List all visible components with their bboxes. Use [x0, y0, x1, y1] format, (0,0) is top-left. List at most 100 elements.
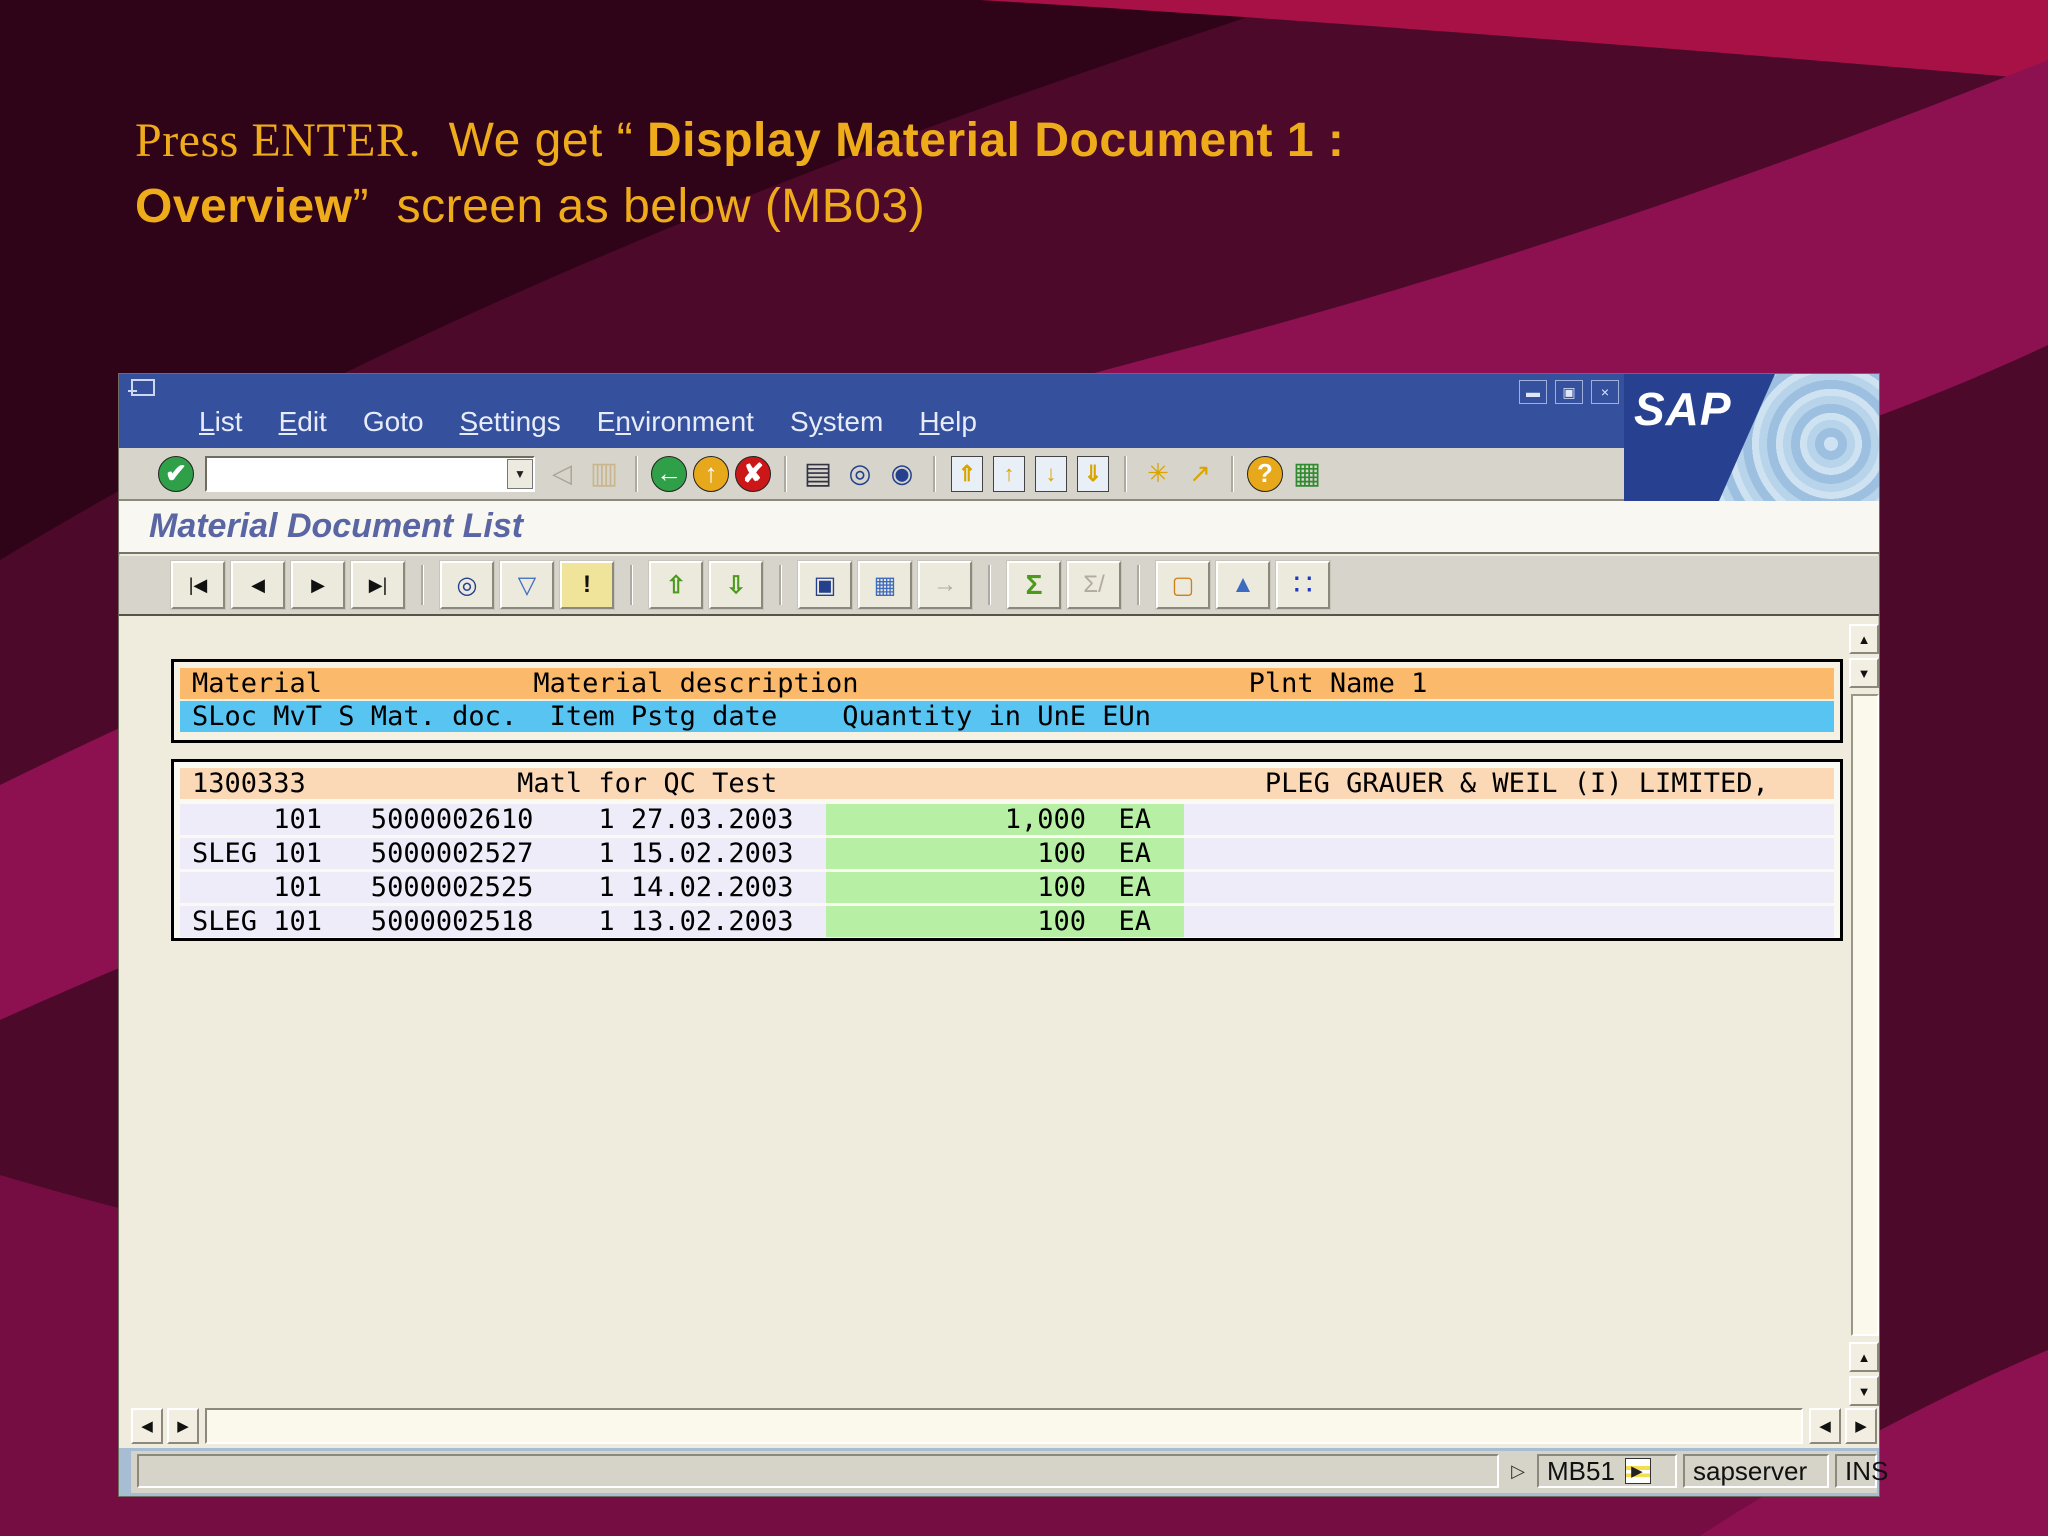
last-record-button[interactable]: ▶|: [351, 561, 405, 609]
table-header-row-1: Material Material description Plnt Name …: [180, 668, 1834, 699]
table-row[interactable]: 101 5000002525 1 14.02.2003 100 EA: [180, 872, 1834, 903]
table-data-box: 1300333 Matl for QC Test PLEG GRAUER & W…: [171, 759, 1843, 941]
sort-descending-button[interactable]: ⇩: [709, 561, 763, 609]
graphic-button[interactable]: ▲: [1216, 561, 1270, 609]
export-button[interactable]: →: [918, 561, 972, 609]
choose-detail-button[interactable]: ▣: [798, 561, 852, 609]
screen-title: Material Document List: [119, 501, 1879, 554]
find-next-icon[interactable]: ◉: [881, 454, 923, 494]
apptoolbar-separator: [421, 565, 424, 605]
scroll-up-icon[interactable]: ▲: [1849, 1342, 1879, 1372]
print-icon[interactable]: ▤: [797, 454, 839, 494]
horizontal-scrollbar[interactable]: ◀ ▶ ◀ ▶: [119, 1406, 1879, 1448]
close-button[interactable]: ×: [1591, 380, 1619, 404]
scroll-down-icon[interactable]: ▼: [1849, 1376, 1879, 1406]
apptoolbar-separator: [988, 565, 991, 605]
scroll-left-icon[interactable]: ◀: [1809, 1408, 1841, 1444]
slide-title-line1: Press ENTER. We get “ Display Material D…: [135, 108, 1435, 174]
scroll-right-icon[interactable]: ▶: [1845, 1408, 1877, 1444]
slide-title-regular1: We get “: [420, 114, 648, 167]
status-panel: ▷ MB51 ▶ sapserver INS: [131, 1451, 1888, 1493]
standard-toolbar: ✔ ▼ ◁ ▥ ← ↑ ✘ ▤ ◎ ◉ ⇑ ↑ ↓ ⇓ ✳ ↗ ? ▦: [119, 448, 1624, 501]
status-transaction-field[interactable]: MB51 ▶: [1537, 1454, 1677, 1488]
help-icon[interactable]: ?: [1247, 455, 1283, 492]
sap-window: List Edit Goto Settings Environment Syst…: [118, 373, 1888, 1497]
command-dropdown-icon[interactable]: ▼: [507, 458, 533, 489]
scroll-left-icon[interactable]: ◀: [131, 1408, 163, 1444]
exit-icon[interactable]: ↑: [693, 455, 729, 492]
filter-button[interactable]: ▽: [500, 561, 554, 609]
status-insert-mode-field[interactable]: INS: [1835, 1454, 1888, 1488]
layout-button[interactable]: ▢: [1156, 561, 1210, 609]
important-button[interactable]: !: [560, 561, 614, 609]
slide-title-bold2: Overview: [135, 180, 353, 233]
table-header-box: Material Material description Plnt Name …: [171, 659, 1843, 743]
scroll-up-icon[interactable]: ▲: [1849, 624, 1879, 654]
vertical-scrollbar[interactable]: ▲ ▼ ▲ ▼: [1849, 624, 1879, 1406]
menu-item-edit[interactable]: Edit: [279, 406, 327, 438]
new-session-icon[interactable]: ✳: [1137, 454, 1179, 494]
find-icon[interactable]: ◎: [839, 454, 881, 494]
back-icon[interactable]: ←: [651, 455, 687, 492]
collapse-command-icon[interactable]: ◁: [541, 454, 583, 494]
restore-button[interactable]: ▣: [1555, 380, 1583, 404]
toolbar-separator: [784, 455, 787, 492]
list-content-area: Material Material description Plnt Name …: [119, 616, 1849, 1406]
sap-logo-panel: SAP: [1624, 374, 1879, 501]
table-row[interactable]: 101 5000002610 1 27.03.2003 1,000 EA: [180, 804, 1834, 835]
menu-item-goto[interactable]: Goto: [363, 406, 424, 438]
apptoolbar-separator: [779, 565, 782, 605]
slide-title-serif: Press ENTER.: [135, 114, 421, 167]
save-icon[interactable]: ▥: [583, 454, 625, 494]
context-menu-icon[interactable]: ▶: [1624, 1458, 1651, 1484]
status-expand-icon[interactable]: ▷: [1505, 1456, 1531, 1486]
menu-item-environment[interactable]: Environment: [597, 406, 754, 438]
menu-items: List Edit Goto Settings Environment Syst…: [199, 406, 977, 438]
cancel-icon[interactable]: ✘: [735, 455, 771, 492]
slide-title-line2: Overview” screen as below (MB03): [135, 174, 1435, 240]
toolbar-separator: [1124, 455, 1127, 492]
customize-icon[interactable]: ▦: [1286, 454, 1328, 494]
slide: Press ENTER. We get “ Display Material D…: [0, 0, 2048, 1536]
sap-logo: SAP: [1634, 383, 1732, 435]
enter-icon[interactable]: ✔: [158, 455, 194, 492]
previous-page-icon[interactable]: ↑: [993, 455, 1025, 492]
slide-title-bold1: Display Material Document 1 :: [647, 114, 1345, 167]
menu-item-settings[interactable]: Settings: [460, 406, 561, 438]
sort-ascending-button[interactable]: ⇧: [649, 561, 703, 609]
first-page-icon[interactable]: ⇑: [951, 455, 983, 492]
abc-analysis-button[interactable]: ∷: [1276, 561, 1330, 609]
first-record-button[interactable]: |◀: [171, 561, 225, 609]
window-controls: ▬ ▣ ×: [1519, 380, 1619, 404]
subtotal-button[interactable]: Σ/: [1067, 561, 1121, 609]
last-page-icon[interactable]: ⇓: [1077, 455, 1109, 492]
next-page-icon[interactable]: ↓: [1035, 455, 1067, 492]
command-field[interactable]: [205, 455, 535, 492]
scroll-right-icon[interactable]: ▶: [167, 1408, 199, 1444]
table-row[interactable]: SLEG 101 5000002527 1 15.02.2003 100 EA: [180, 838, 1834, 869]
material-group-row[interactable]: 1300333 Matl for QC Test PLEG GRAUER & W…: [180, 768, 1834, 799]
ripple-image: [1719, 374, 1879, 501]
application-toolbar: |◀ ◀ ▶ ▶| ◎ ▽ ! ⇧ ⇩ ▣ ▦ → Σ Σ/ ▢ ▲ ∷: [119, 556, 1879, 616]
menu-item-system[interactable]: System: [790, 406, 883, 438]
status-server-field: sapserver: [1683, 1454, 1829, 1488]
previous-record-button[interactable]: ◀: [231, 561, 285, 609]
sum-button[interactable]: Σ: [1007, 561, 1061, 609]
menu-item-list[interactable]: List: [199, 406, 243, 438]
menu-item-help[interactable]: Help: [919, 406, 977, 438]
minimize-button[interactable]: ▬: [1519, 380, 1547, 404]
create-shortcut-icon[interactable]: ↗: [1179, 454, 1221, 494]
vertical-scroll-track[interactable]: [1851, 694, 1879, 1336]
table-header-row-2: SLoc MvT S Mat. doc. Item Pstg date Quan…: [180, 701, 1834, 732]
column-layout-button[interactable]: ▦: [858, 561, 912, 609]
apptoolbar-separator: [630, 565, 633, 605]
slide-title-regular2: ” screen as below (MB03): [352, 180, 926, 233]
horizontal-scroll-track[interactable]: [205, 1408, 1803, 1444]
detail-button[interactable]: ◎: [440, 561, 494, 609]
table-row[interactable]: SLEG 101 5000002518 1 13.02.2003 100 EA: [180, 906, 1834, 937]
apptoolbar-separator: [1137, 565, 1140, 605]
scroll-down-icon[interactable]: ▼: [1849, 658, 1879, 688]
menu-bar: List Edit Goto Settings Environment Syst…: [119, 374, 1879, 448]
toolbar-separator: [1231, 455, 1234, 492]
next-record-button[interactable]: ▶: [291, 561, 345, 609]
